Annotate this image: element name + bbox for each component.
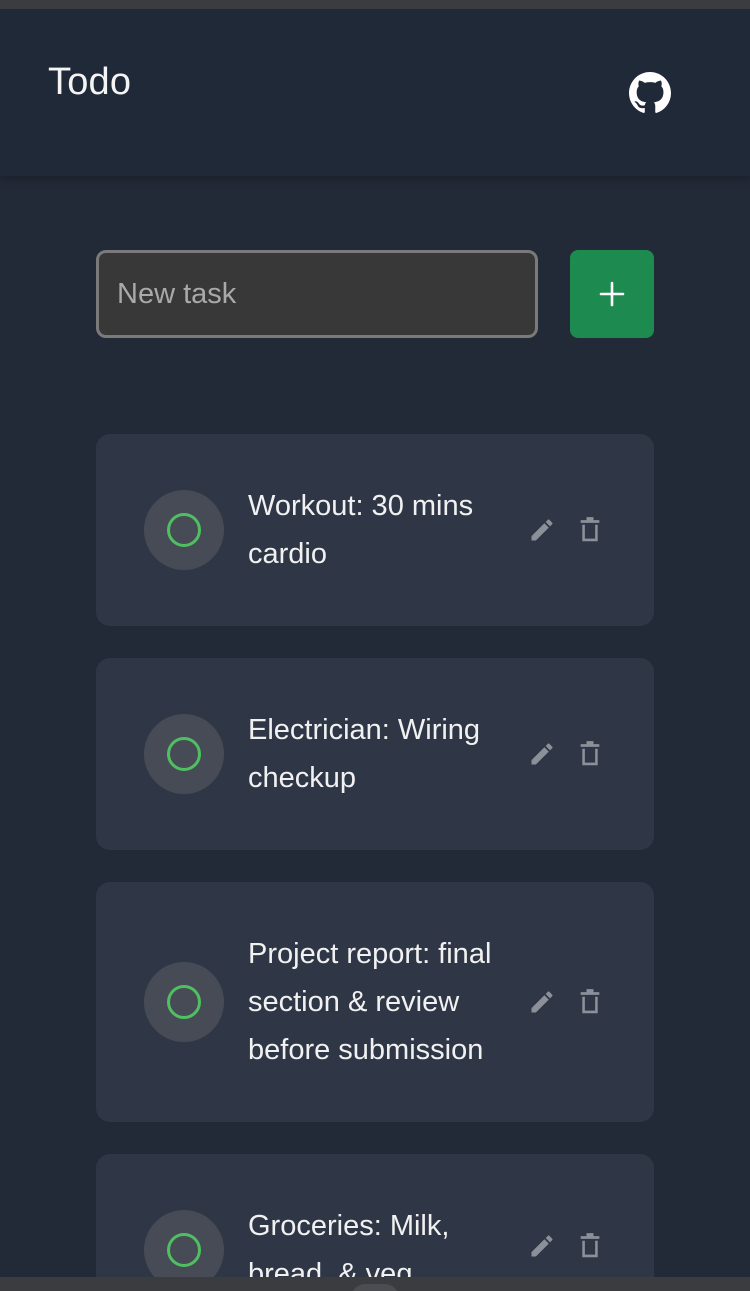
add-task-button[interactable] (570, 250, 654, 338)
app-title: Todo (48, 61, 132, 103)
pencil-icon[interactable] (524, 736, 560, 772)
scroll-handle[interactable] (351, 1284, 399, 1291)
task-text: Project report: final section & review b… (248, 938, 492, 1066)
app-bar: Todo (0, 9, 750, 176)
task-card: Project report: final section & review b… (96, 882, 654, 1122)
complete-toggle[interactable] (144, 490, 224, 570)
task-text: Electrician: Wiring checkup (248, 714, 481, 794)
window-frame-top (0, 0, 750, 9)
task-card: Electrician: Wiring checkup (96, 658, 654, 850)
pencil-icon[interactable] (524, 984, 560, 1020)
pencil-icon[interactable] (524, 1228, 560, 1264)
task-text: Workout: 30 mins cardio (248, 490, 474, 570)
circle-icon (167, 985, 201, 1019)
task-text: Groceries: Milk, bread, & veg (248, 1210, 450, 1277)
github-icon[interactable] (626, 69, 674, 117)
trash-icon[interactable] (572, 512, 608, 548)
complete-toggle[interactable] (144, 714, 224, 794)
circle-icon (167, 513, 201, 547)
circle-icon (167, 1233, 201, 1267)
new-task-input[interactable] (96, 250, 538, 338)
plus-icon (598, 280, 626, 308)
task-card: Groceries: Milk, bread, & veg (96, 1154, 654, 1277)
complete-toggle[interactable] (144, 1210, 224, 1277)
circle-icon (167, 737, 201, 771)
task-card: Workout: 30 mins cardio (96, 434, 654, 626)
complete-toggle[interactable] (144, 962, 224, 1042)
pencil-icon[interactable] (524, 512, 560, 548)
trash-icon[interactable] (572, 984, 608, 1020)
todo-app: Todo Workout: 30 mins cardio (0, 9, 750, 1277)
trash-icon[interactable] (572, 1228, 608, 1264)
trash-icon[interactable] (572, 736, 608, 772)
